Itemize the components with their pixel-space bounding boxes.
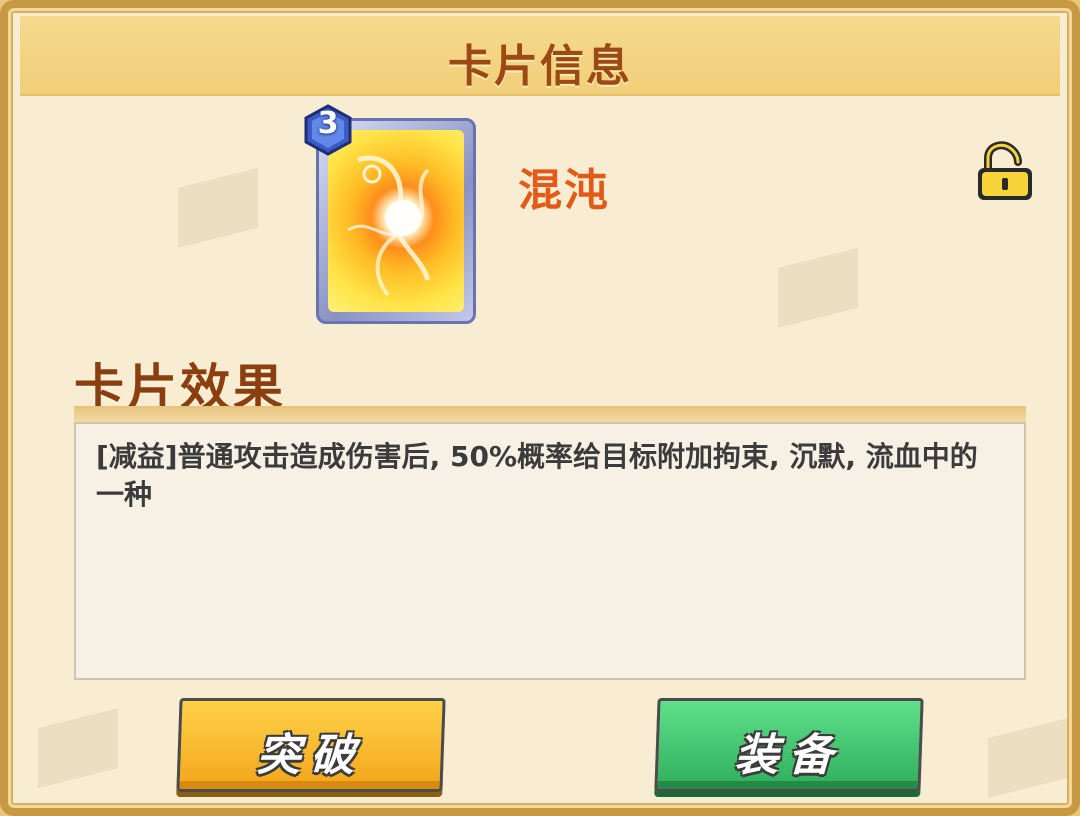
card-art bbox=[328, 130, 464, 312]
equip-button[interactable]: 装备 bbox=[654, 698, 924, 792]
breakthrough-button-label: 突破 bbox=[255, 730, 366, 781]
section-divider bbox=[74, 406, 1026, 422]
breakthrough-button[interactable]: 突破 bbox=[176, 698, 446, 792]
dialog-title-bar: 卡片信息 bbox=[20, 16, 1060, 96]
equip-button-label: 装备 bbox=[733, 730, 844, 781]
watermark-icon bbox=[178, 168, 258, 248]
watermark-icon bbox=[38, 708, 118, 788]
card-level: 3 bbox=[317, 106, 339, 141]
chaos-swirl-icon bbox=[347, 155, 431, 297]
dialog-title: 卡片信息 bbox=[448, 41, 632, 92]
card-name: 混沌 bbox=[518, 165, 610, 216]
effect-description-box: [减益]普通攻击造成伤害后, 50%概率给目标附加拘束, 沉默, 流血中的一种 bbox=[74, 422, 1026, 680]
watermark-icon bbox=[778, 248, 858, 328]
card-info-dialog: 卡片信息 3 混沌 卡片效果 [减益]普通攻击造成伤害后, 50%概率给目标附加… bbox=[0, 0, 1080, 816]
unlocked-padlock-icon[interactable] bbox=[974, 140, 1036, 204]
watermark-icon bbox=[988, 718, 1068, 798]
effect-description: [减益]普通攻击造成伤害后, 50%概率给目标附加拘束, 沉默, 流血中的一种 bbox=[96, 440, 978, 511]
